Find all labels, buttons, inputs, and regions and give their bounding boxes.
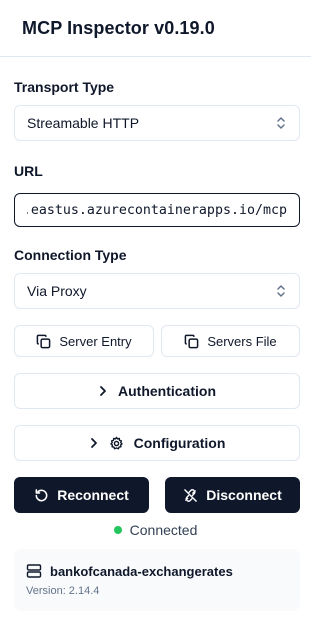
connection-type-select[interactable]: Via Proxy bbox=[14, 273, 300, 309]
configuration-button[interactable]: Configuration bbox=[14, 425, 300, 461]
transport-type-select[interactable]: Streamable HTTP bbox=[14, 105, 300, 141]
chevron-right-icon bbox=[89, 437, 99, 449]
connection-type-value: Via Proxy bbox=[27, 283, 87, 299]
gear-icon bbox=[109, 436, 124, 451]
server-entry-button[interactable]: Server Entry bbox=[14, 325, 154, 357]
app-title: MCP Inspector v0.19.0 bbox=[22, 17, 215, 38]
reconnect-label: Reconnect bbox=[57, 487, 129, 503]
connection-status-text: Connected bbox=[129, 522, 198, 538]
connection-type-label: Connection Type bbox=[14, 247, 127, 263]
configuration-label: Configuration bbox=[133, 435, 226, 451]
servers-file-label: Servers File bbox=[207, 333, 277, 349]
disconnect-label: Disconnect bbox=[206, 487, 282, 503]
server-entry-label: Server Entry bbox=[59, 333, 132, 349]
chevrons-up-down-icon bbox=[275, 284, 287, 298]
server-version: Version: 2.14.4 bbox=[26, 585, 100, 597]
authentication-label: Authentication bbox=[118, 383, 216, 399]
app-header: MCP Inspector v0.19.0 bbox=[0, 0, 311, 57]
status-dot-icon bbox=[113, 526, 122, 534]
chevron-right-icon bbox=[98, 385, 108, 397]
unplug-icon bbox=[183, 488, 198, 503]
copy-icon bbox=[36, 334, 51, 349]
server-icon bbox=[26, 563, 42, 579]
disconnect-button[interactable]: Disconnect bbox=[165, 477, 300, 513]
chevrons-up-down-icon bbox=[275, 116, 287, 130]
url-label: URL bbox=[14, 163, 43, 179]
authentication-button[interactable]: Authentication bbox=[14, 373, 300, 409]
url-input[interactable] bbox=[14, 193, 300, 227]
servers-file-button[interactable]: Servers File bbox=[161, 325, 300, 357]
copy-icon bbox=[184, 334, 199, 349]
transport-type-label: Transport Type bbox=[14, 79, 115, 95]
server-name: bankofcanada-exchangerates bbox=[50, 563, 233, 579]
server-info-card: bankofcanada-exchangerates Version: 2.14… bbox=[14, 549, 300, 611]
reconnect-button[interactable]: Reconnect bbox=[14, 477, 149, 513]
connection-status: Connected bbox=[0, 522, 311, 538]
rotate-ccw-icon bbox=[34, 488, 49, 503]
transport-type-value: Streamable HTTP bbox=[27, 115, 140, 131]
